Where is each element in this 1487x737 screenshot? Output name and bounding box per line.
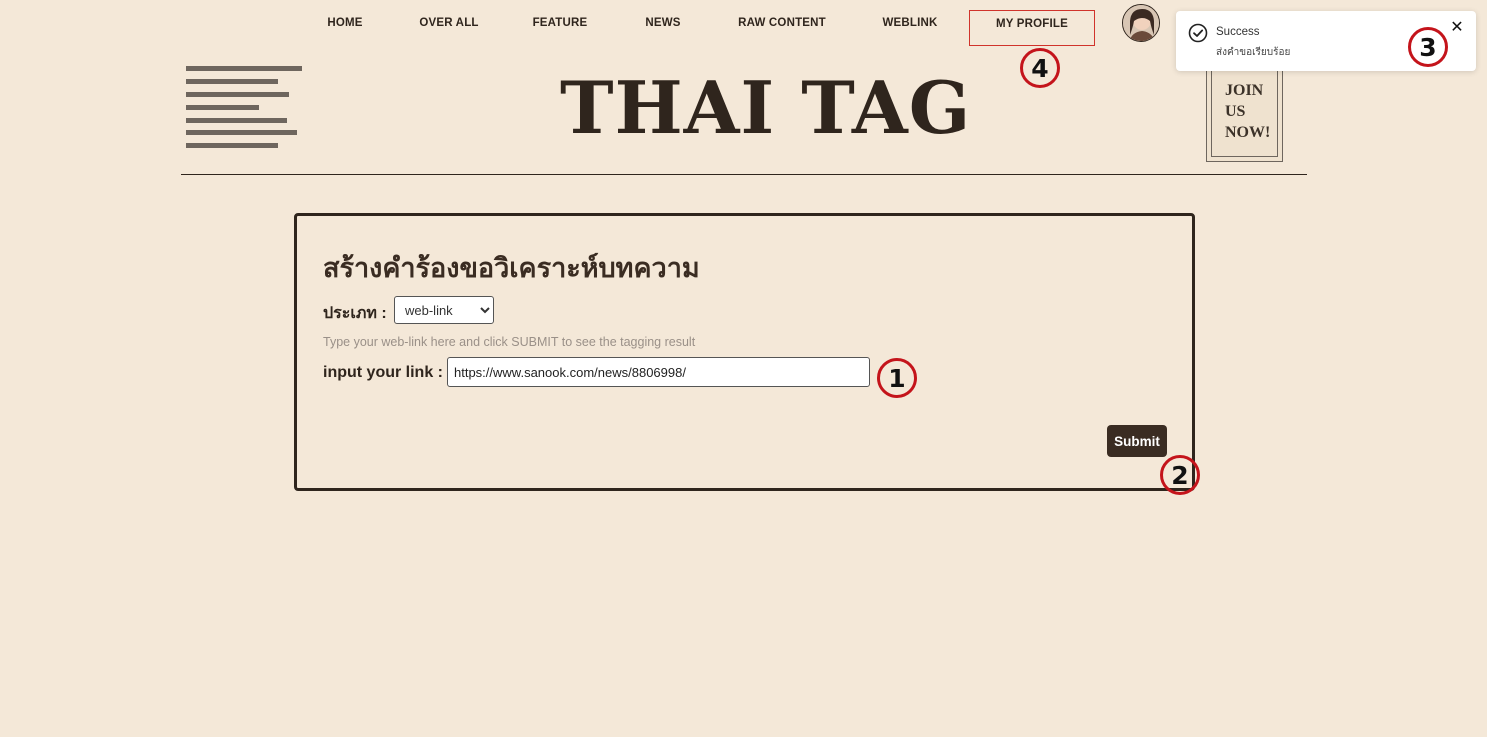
annotation-marker-2: 2 bbox=[1160, 455, 1200, 495]
submit-button[interactable]: Submit bbox=[1107, 425, 1167, 457]
nav-home[interactable]: HOME bbox=[310, 10, 380, 46]
site-logo[interactable]: THAI TAG bbox=[560, 68, 970, 148]
toast-message: ส่งคำขอเรียบร้อย bbox=[1216, 47, 1291, 58]
check-circle-icon bbox=[1188, 23, 1208, 43]
join-line-1: JOIN bbox=[1225, 82, 1264, 99]
link-label: input your link : bbox=[323, 364, 443, 381]
annotation-marker-1: 1 bbox=[877, 358, 917, 398]
form-hint: Type your web-link here and click SUBMIT… bbox=[323, 335, 696, 349]
type-select[interactable]: web-link bbox=[394, 296, 494, 324]
request-form-card: สร้างคำร้องขอวิเคราะห์บทความ ประเภท : we… bbox=[294, 213, 1195, 491]
join-line-2: US bbox=[1225, 103, 1246, 120]
close-icon[interactable]: ✕ bbox=[1449, 20, 1465, 36]
nav-feature[interactable]: FEATURE bbox=[522, 10, 598, 46]
annotation-marker-4: 4 bbox=[1020, 48, 1060, 88]
toast-title: Success bbox=[1216, 26, 1260, 38]
type-label: ประเภท : bbox=[323, 305, 387, 322]
header-divider bbox=[181, 174, 1307, 175]
nav-raw-content[interactable]: RAW CONTENT bbox=[730, 10, 834, 46]
annotation-marker-3: 3 bbox=[1408, 27, 1448, 67]
nav-over-all[interactable]: OVER ALL bbox=[410, 10, 488, 46]
avatar[interactable] bbox=[1122, 4, 1160, 42]
link-input[interactable] bbox=[447, 357, 870, 387]
form-title: สร้างคำร้องขอวิเคราะห์บทความ bbox=[323, 253, 700, 283]
join-us-button[interactable]: JOIN US NOW! bbox=[1206, 62, 1283, 162]
avatar-image bbox=[1123, 5, 1159, 41]
nav-weblink[interactable]: WEBLINK bbox=[872, 10, 948, 46]
hamburger-menu-icon[interactable] bbox=[186, 66, 304, 152]
nav-my-profile[interactable]: MY PROFILE bbox=[969, 10, 1095, 46]
nav-news[interactable]: NEWS bbox=[632, 10, 694, 46]
join-line-3: NOW! bbox=[1225, 124, 1271, 141]
